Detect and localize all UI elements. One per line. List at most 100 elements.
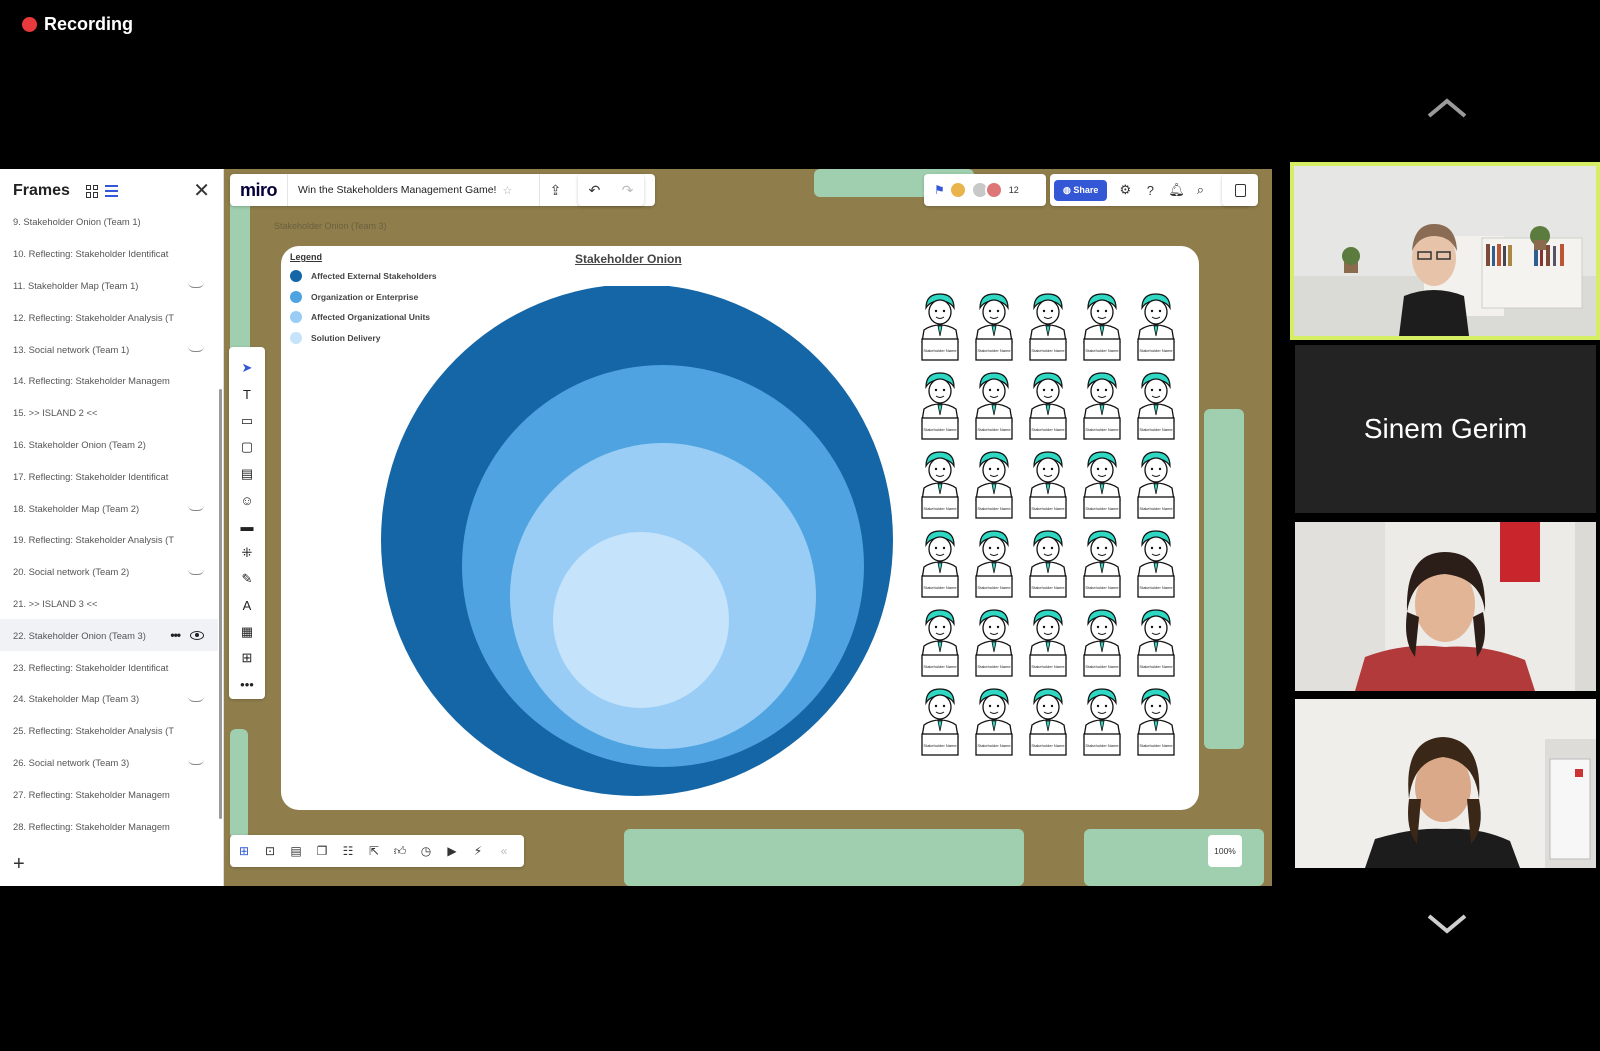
- more-icon[interactable]: •••: [229, 672, 265, 698]
- card-icon[interactable]: ▬: [229, 513, 265, 539]
- frame-list-item[interactable]: 23. Reflecting: Stakeholder Identificat: [0, 651, 218, 683]
- stakeholder-avatar[interactable]: Stakeholder Name: [1079, 687, 1125, 757]
- video-tile-participant[interactable]: [1295, 699, 1596, 868]
- eye-closed-icon[interactable]: [188, 759, 204, 766]
- frame-list-item[interactable]: 10. Reflecting: Stakeholder Identificat: [0, 238, 218, 270]
- video-tile-active-speaker[interactable]: [1290, 162, 1600, 340]
- stakeholder-avatar[interactable]: Stakeholder Name: [917, 450, 963, 520]
- frame-list-item[interactable]: 22. Stakeholder Onion (Team 3) •••: [0, 619, 218, 652]
- apps-icon[interactable]: ⚡︎: [470, 843, 486, 859]
- frames-icon[interactable]: ⊞: [236, 843, 252, 859]
- miro-board[interactable]: Stakeholder Onion (Team 3) Legend Affect…: [224, 169, 1272, 886]
- mindmap-icon[interactable]: ⁜: [229, 540, 265, 566]
- sticky-note-icon[interactable]: ▭: [229, 408, 265, 434]
- frame-list-item[interactable]: 11. Stakeholder Map (Team 1): [0, 270, 218, 302]
- stakeholder-avatar[interactable]: Stakeholder Name: [1079, 450, 1125, 520]
- avatar[interactable]: [948, 181, 967, 199]
- undo-icon[interactable]: ↶: [578, 174, 611, 206]
- scrollbar[interactable]: [219, 389, 222, 819]
- stakeholder-avatar[interactable]: Stakeholder Name: [1133, 608, 1179, 678]
- stakeholder-avatar[interactable]: Stakeholder Name: [1133, 292, 1179, 362]
- table-icon[interactable]: ▦: [229, 619, 265, 645]
- pen-icon[interactable]: ✎: [229, 566, 265, 592]
- frame-list-item[interactable]: 16. Stakeholder Onion (Team 2): [0, 429, 218, 461]
- eye-closed-icon[interactable]: [188, 505, 204, 512]
- cards-icon[interactable]: ❐: [314, 843, 330, 859]
- frame-list-item[interactable]: 17. Reflecting: Stakeholder Identificat: [0, 460, 218, 492]
- frame-icon[interactable]: ⊞: [229, 645, 265, 671]
- stakeholder-avatar[interactable]: Stakeholder Name: [1079, 292, 1125, 362]
- avatar[interactable]: [984, 181, 1003, 199]
- stakeholder-avatar[interactable]: Stakeholder Name: [1079, 529, 1125, 599]
- video-tile-participant[interactable]: [1295, 522, 1596, 691]
- notes-button[interactable]: [1222, 174, 1258, 206]
- grid-view-icon[interactable]: [85, 184, 99, 198]
- collapse-icon[interactable]: «: [496, 843, 512, 859]
- frame-list-item[interactable]: 18. Stakeholder Map (Team 2): [0, 492, 218, 524]
- timer-icon[interactable]: ◷: [418, 843, 434, 859]
- presentation-icon[interactable]: ⊡: [262, 843, 278, 859]
- stakeholder-avatar[interactable]: Stakeholder Name: [971, 292, 1017, 362]
- stakeholder-avatar[interactable]: Stakeholder Name: [1025, 371, 1071, 441]
- bell-icon[interactable]: 🔔︎: [1168, 182, 1185, 198]
- frame-list-item[interactable]: 21. >> ISLAND 3 <<: [0, 588, 218, 620]
- more-options-icon[interactable]: •••: [170, 628, 181, 642]
- video-tile-name-only[interactable]: Sinem Gerim: [1295, 345, 1596, 513]
- eye-closed-icon[interactable]: [188, 696, 204, 702]
- export-icon[interactable]: ⇪: [539, 174, 571, 206]
- frame-list-item[interactable]: 25. Reflecting: Stakeholder Analysis (T: [0, 715, 218, 747]
- board-title[interactable]: Win the Stakeholders Management Game! ☆: [287, 174, 539, 206]
- zoom-level[interactable]: 100%: [1208, 835, 1242, 867]
- redo-icon[interactable]: ↷: [611, 174, 644, 206]
- stakeholder-avatar[interactable]: Stakeholder Name: [1025, 529, 1071, 599]
- share-screen-icon[interactable]: ⇱: [366, 843, 382, 859]
- kanban-icon[interactable]: ☷: [340, 843, 356, 859]
- comments-icon[interactable]: ▤: [288, 843, 304, 859]
- close-icon[interactable]: ✕: [193, 181, 210, 201]
- frame-list-item[interactable]: 20. Social network (Team 2): [0, 556, 218, 588]
- chevron-up-icon[interactable]: [1425, 96, 1469, 120]
- shape-icon[interactable]: ▢: [229, 434, 265, 460]
- frame-list-item[interactable]: 15. >> ISLAND 2 <<: [0, 397, 218, 429]
- eye-closed-icon[interactable]: [188, 569, 204, 575]
- stakeholder-avatar[interactable]: Stakeholder Name: [971, 608, 1017, 678]
- search-icon[interactable]: ⌕: [1193, 182, 1207, 198]
- video-icon[interactable]: ▶: [444, 843, 460, 859]
- stakeholder-avatar[interactable]: Stakeholder Name: [1133, 529, 1179, 599]
- help-icon[interactable]: ?: [1143, 183, 1157, 198]
- emoji-icon[interactable]: ☺: [229, 487, 265, 513]
- onion-frame[interactable]: Legend Affected External Stakeholders Org…: [281, 246, 1199, 810]
- stakeholder-avatar[interactable]: Stakeholder Name: [971, 371, 1017, 441]
- stakeholder-avatar[interactable]: Stakeholder Name: [1133, 450, 1179, 520]
- comment-icon[interactable]: ▤: [229, 461, 265, 487]
- stakeholder-avatar[interactable]: Stakeholder Name: [1133, 687, 1179, 757]
- frame-list-item[interactable]: 9. Stakeholder Onion (Team 1): [0, 206, 218, 238]
- stakeholder-avatar[interactable]: Stakeholder Name: [917, 687, 963, 757]
- stakeholder-avatar[interactable]: Stakeholder Name: [1025, 608, 1071, 678]
- stakeholder-avatar[interactable]: Stakeholder Name: [971, 529, 1017, 599]
- stakeholder-avatar[interactable]: Stakeholder Name: [917, 608, 963, 678]
- stakeholder-avatar[interactable]: Stakeholder Name: [1133, 371, 1179, 441]
- frame-list-item[interactable]: 24. Stakeholder Map (Team 3): [0, 683, 218, 715]
- eye-icon[interactable]: [190, 630, 204, 640]
- frame-list-item[interactable]: 19. Reflecting: Stakeholder Analysis (T: [0, 524, 218, 556]
- frame-list-item[interactable]: 12. Reflecting: Stakeholder Analysis (T: [0, 301, 218, 333]
- stakeholder-avatar[interactable]: Stakeholder Name: [1079, 371, 1125, 441]
- eye-closed-icon[interactable]: [188, 282, 204, 289]
- collaborator-count[interactable]: 12: [1009, 185, 1019, 195]
- cursor-flag-icon[interactable]: ⚑: [934, 183, 945, 197]
- marker-icon[interactable]: A: [229, 593, 265, 619]
- frame-list-item[interactable]: 26. Social network (Team 3): [0, 747, 218, 779]
- eye-closed-icon[interactable]: [188, 346, 204, 353]
- frame-list-item[interactable]: 27. Reflecting: Stakeholder Managem: [0, 778, 218, 810]
- frame-list-item[interactable]: 28. Reflecting: Stakeholder Managem: [0, 810, 218, 842]
- stakeholder-avatar[interactable]: Stakeholder Name: [1025, 687, 1071, 757]
- frame-list-item[interactable]: 14. Reflecting: Stakeholder Managem: [0, 365, 218, 397]
- share-button[interactable]: ◍ Share: [1054, 179, 1108, 201]
- settings-sliders-icon[interactable]: ⚙: [1118, 182, 1132, 198]
- stakeholder-avatar[interactable]: Stakeholder Name: [971, 450, 1017, 520]
- chevron-down-icon[interactable]: [1425, 912, 1469, 936]
- add-frame-button[interactable]: +: [13, 853, 25, 876]
- frame-caption[interactable]: Stakeholder Onion (Team 3): [274, 221, 387, 231]
- stakeholder-avatar[interactable]: Stakeholder Name: [917, 292, 963, 362]
